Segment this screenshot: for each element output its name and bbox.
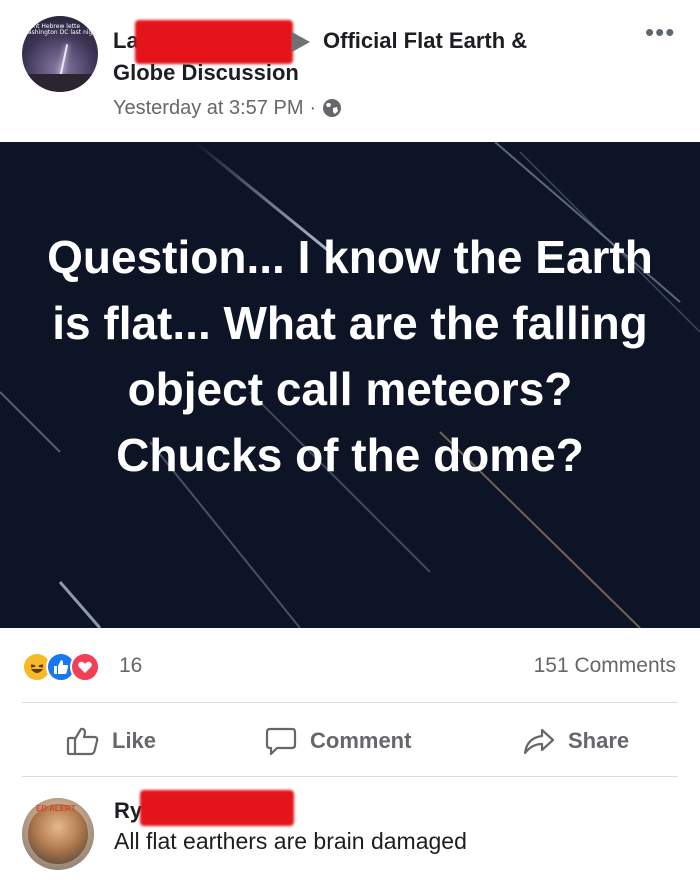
posted-in-arrow-icon	[292, 32, 310, 52]
commenter-name-redaction	[140, 790, 294, 826]
love-reaction-icon	[70, 652, 100, 682]
avatar-ground	[22, 74, 98, 92]
thumbs-up-icon	[66, 727, 99, 756]
meta-separator: ·	[309, 96, 317, 119]
reaction-icons[interactable]	[22, 652, 100, 682]
author-avatar[interactable]: ient Hebrew lette ashington DC last nigh	[22, 16, 98, 92]
post-header: ient Hebrew lette ashington DC last nigh…	[0, 0, 700, 140]
action-bar: Like Comment Share	[0, 706, 700, 776]
comments-count[interactable]: 151 Comments	[534, 654, 676, 678]
divider	[22, 776, 678, 777]
avatar-frame-text: ED ALERT	[36, 804, 76, 813]
author-name-redaction	[135, 20, 293, 64]
share-label: Share	[568, 728, 630, 753]
globe-icon	[323, 99, 342, 117]
post-meta: Yesterday at 3:57 PM ·	[113, 96, 342, 120]
speech-bubble-icon	[265, 727, 297, 756]
image-caption: Question... I know the Earth is flat... …	[47, 231, 653, 481]
share-arrow-icon	[523, 728, 555, 755]
like-button[interactable]: Like	[66, 726, 156, 756]
avatar-overlay-text: ient Hebrew lette ashington DC last nigh	[28, 24, 96, 36]
more-options-icon[interactable]: •••	[645, 19, 675, 45]
commenter-name[interactable]: Ry	[114, 798, 142, 824]
share-button[interactable]: Share	[522, 726, 629, 756]
comment-item: ED ALERT Ry All flat earthers are brain …	[0, 786, 700, 889]
post-image[interactable]: Question... I know the Earth is flat... …	[0, 142, 700, 628]
reactions-summary: 16 151 Comments	[0, 640, 700, 696]
commenter-avatar[interactable]: ED ALERT	[22, 798, 94, 870]
divider	[22, 702, 678, 703]
group-name-continued[interactable]: Globe Discussion	[113, 60, 299, 86]
reaction-count[interactable]: 16	[119, 654, 142, 678]
comment-button[interactable]: Comment	[264, 726, 411, 756]
avatar-overlay-line-2: ashington DC last nigh	[28, 29, 97, 36]
group-name[interactable]: Official Flat Earth &	[323, 28, 527, 54]
comment-label: Comment	[310, 728, 412, 753]
like-label: Like	[112, 728, 157, 753]
post-timestamp[interactable]: Yesterday at 3:57 PM	[113, 97, 304, 120]
comment-text: All flat earthers are brain damaged	[114, 828, 467, 854]
